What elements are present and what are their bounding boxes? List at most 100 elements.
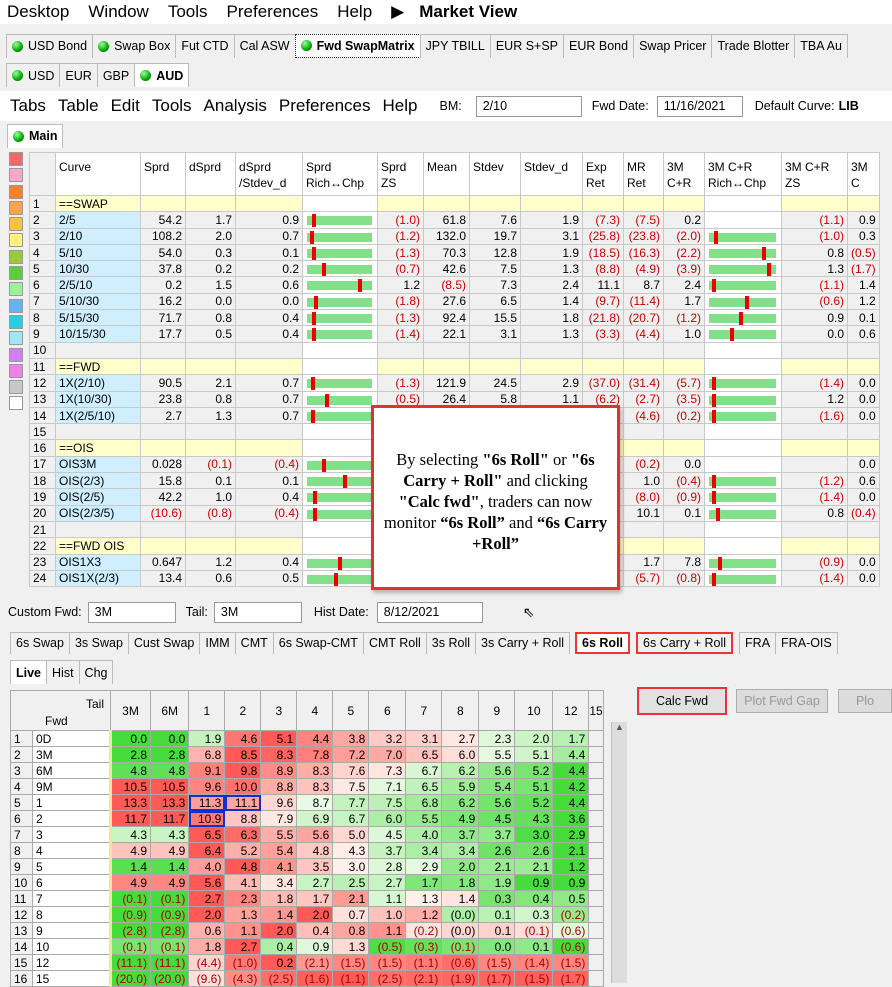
fwd-tenor-cell[interactable]: 12 — [32, 954, 112, 971]
row-number[interactable]: 22 — [29, 537, 56, 555]
value-cell[interactable]: 0.647 — [140, 553, 186, 571]
value-cell[interactable]: 1.7 — [663, 292, 705, 311]
curve-cell[interactable]: 2/5/10 — [55, 276, 141, 294]
value-cell[interactable] — [623, 439, 664, 457]
heatmap-cell[interactable]: 4.8 — [149, 762, 190, 779]
value-cell[interactable]: 108.2 — [140, 227, 186, 245]
value-cell[interactable] — [469, 341, 521, 359]
value-cell[interactable] — [140, 357, 186, 376]
rich-cheap-indicator[interactable] — [704, 406, 782, 425]
heatmap-cell[interactable]: 3.5 — [296, 858, 334, 875]
value-cell[interactable]: (2.0) — [663, 227, 705, 245]
value-cell[interactable]: (8.8) — [582, 260, 624, 278]
row-number[interactable]: 4 — [10, 778, 33, 795]
heatmap-cell[interactable]: (20.0) — [149, 970, 190, 987]
value-cell[interactable] — [377, 194, 424, 213]
swatch[interactable] — [9, 184, 23, 199]
table-row[interactable]: 2 2/5 54.2 1.7 0.9 (1.0) 61.8 7.6 1.9 (7.3) (7.5) 0… — [29, 211, 880, 229]
value-cell[interactable]: 0.1 — [235, 472, 303, 490]
swatch[interactable] — [9, 266, 23, 281]
col-header[interactable]: 3M C+R ZS — [781, 152, 848, 196]
value-cell[interactable]: 1.2 — [185, 553, 236, 571]
row-number[interactable]: 13 — [29, 390, 56, 408]
heatmap-cell[interactable]: 0.2 — [260, 954, 298, 971]
value-cell[interactable] — [469, 357, 521, 376]
value-cell[interactable]: 2.9 — [520, 374, 583, 392]
heatmap-cell[interactable]: 5.4 — [260, 842, 298, 859]
heatmap-cell[interactable]: 2.1 — [514, 858, 554, 875]
heatmap-cell[interactable]: 3.7 — [441, 826, 480, 843]
value-cell[interactable] — [469, 194, 521, 213]
col-header[interactable]: 12 — [552, 690, 590, 731]
heatmap-cell[interactable]: 10.9 — [188, 810, 226, 827]
value-cell[interactable]: (5.7) — [663, 374, 705, 392]
heatmap-cell[interactable]: 2.6 — [514, 842, 554, 859]
value-cell[interactable]: 7.3 — [469, 276, 521, 294]
tab-cal-asw[interactable]: Cal ASW — [233, 33, 296, 58]
heatmap-cell[interactable]: 5.6 — [478, 762, 516, 779]
value-cell[interactable] — [185, 423, 236, 441]
heatmap-cell[interactable]: 3.7 — [478, 826, 516, 843]
rich-cheap-indicator[interactable] — [302, 243, 378, 262]
tab-tba[interactable]: TBA Au — [794, 33, 848, 58]
curve-cell[interactable]: 1X(10/30) — [55, 390, 141, 408]
value-cell[interactable]: 11.1 — [582, 276, 624, 294]
heatmap-cell[interactable]: (1.5) — [552, 954, 590, 971]
value-cell[interactable] — [235, 357, 303, 376]
calc-fwd-button[interactable]: Calc Fwd — [637, 687, 727, 715]
curve-cell[interactable]: ==OIS — [55, 439, 141, 457]
value-cell[interactable] — [781, 439, 848, 457]
value-cell[interactable]: 16.2 — [140, 292, 186, 311]
table-row[interactable]: 12 1X(2/10) 90.5 2.1 0.7 (1.3) 121.9 24.5 2.9 (37… — [29, 374, 880, 392]
value-cell[interactable]: 0.9 — [847, 211, 880, 229]
value-cell[interactable] — [582, 194, 624, 213]
swatch[interactable] — [9, 249, 23, 264]
heatmap-cell[interactable]: 2.7 — [368, 874, 407, 891]
heatmap-cell[interactable]: (1.1) — [405, 954, 443, 971]
value-cell[interactable]: (4.4) — [623, 325, 664, 343]
tab-hist[interactable]: Hist — [46, 660, 80, 684]
tab-gbp[interactable]: GBP — [96, 63, 136, 87]
heatmap-cell[interactable]: 8.9 — [260, 762, 298, 779]
row-number[interactable]: 24 — [29, 569, 56, 588]
heatmap-cell[interactable]: (1.7) — [552, 970, 590, 987]
value-cell[interactable] — [185, 537, 236, 555]
value-cell[interactable]: 0.6 — [847, 325, 880, 343]
rich-cheap-indicator[interactable] — [704, 504, 782, 522]
rich-cheap-indicator[interactable] — [302, 292, 378, 311]
value-cell[interactable]: 19.7 — [469, 227, 521, 245]
value-cell[interactable]: 0.4 — [235, 488, 303, 506]
value-cell[interactable]: 92.4 — [423, 309, 470, 327]
heatmap-cell[interactable]: 2.1 — [552, 842, 590, 859]
heatmap-cell[interactable]: 4.5 — [478, 810, 516, 827]
value-cell[interactable] — [235, 520, 303, 539]
heatmap-cell[interactable]: 2.3 — [478, 730, 516, 747]
row-number[interactable]: 8 — [10, 842, 33, 859]
row-number[interactable]: 15 — [29, 423, 56, 441]
value-cell[interactable]: 2.0 — [185, 227, 236, 245]
value-cell[interactable]: 27.6 — [423, 292, 470, 311]
heatmap-cell[interactable]: 3.4 — [405, 842, 443, 859]
rich-cheap-indicator[interactable] — [302, 194, 378, 213]
col-header[interactable]: Exp Ret — [582, 152, 624, 196]
heatmap-cell[interactable] — [588, 794, 604, 811]
tab-main[interactable]: Main — [7, 123, 64, 148]
col-header[interactable]: Stdev — [469, 152, 521, 196]
heatmap-cell[interactable]: (2.8) — [110, 922, 151, 939]
heatmap-cell[interactable]: 6.9 — [296, 810, 334, 827]
col-header[interactable]: 2 — [224, 690, 262, 731]
value-cell[interactable]: 3.1 — [520, 227, 583, 245]
value-cell[interactable]: 0.4 — [235, 325, 303, 343]
fwd-tenor-cell[interactable]: 5 — [32, 858, 112, 875]
heatmap-cell[interactable]: 1.3 — [405, 890, 443, 907]
value-cell[interactable]: (20.7) — [623, 309, 664, 327]
value-cell[interactable] — [781, 455, 848, 474]
curve-cell[interactable]: OIS(2/3) — [55, 472, 141, 490]
curve-cell[interactable]: OIS(2/5) — [55, 488, 141, 506]
heatmap-cell[interactable] — [588, 922, 604, 939]
heatmap-cell[interactable]: 0.5 — [552, 890, 590, 907]
heatmap-cell[interactable]: 2.5 — [332, 874, 370, 891]
rich-cheap-indicator[interactable] — [704, 569, 782, 588]
heatmap-cell[interactable] — [588, 938, 604, 955]
heatmap-cell[interactable]: 0.1 — [478, 906, 516, 923]
